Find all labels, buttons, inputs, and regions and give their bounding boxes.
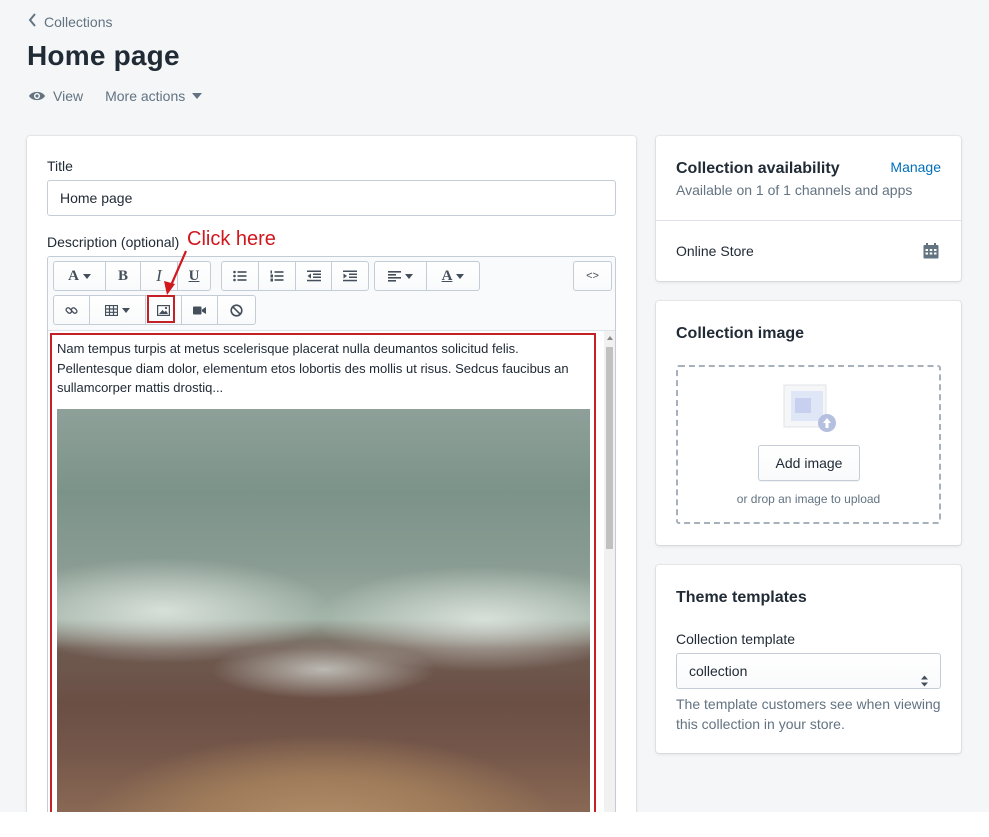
more-actions-label: More actions bbox=[105, 88, 186, 104]
more-actions-button[interactable]: More actions bbox=[105, 88, 203, 104]
clear-formatting-icon bbox=[230, 303, 243, 317]
theme-templates-heading: Theme templates bbox=[676, 589, 807, 606]
eye-icon bbox=[28, 90, 46, 102]
html-group: <> bbox=[573, 261, 612, 291]
divider bbox=[656, 220, 961, 221]
bold-button[interactable]: B bbox=[106, 262, 141, 290]
availability-status: Available on 1 of 1 channels and apps bbox=[676, 182, 913, 198]
caret-down-icon bbox=[192, 93, 203, 99]
scroll-up-arrow-icon[interactable] bbox=[607, 336, 613, 340]
description-label: Description (optional) bbox=[47, 234, 180, 250]
indent-icon bbox=[343, 270, 357, 282]
clear-formatting-button[interactable] bbox=[218, 296, 255, 324]
caret-down-icon bbox=[122, 307, 130, 313]
annotation-text: Click here bbox=[187, 228, 276, 250]
insert-link-button[interactable] bbox=[54, 296, 90, 324]
list-indent-group bbox=[221, 261, 369, 291]
collection-image-card: Collection image Add image or drop an im… bbox=[656, 301, 961, 545]
page-actions: View More actions bbox=[28, 88, 203, 104]
text-color-button[interactable]: A bbox=[427, 262, 479, 290]
font-style-button[interactable]: A bbox=[54, 262, 106, 290]
numbered-list-icon bbox=[270, 270, 284, 282]
bullet-list-icon bbox=[233, 270, 247, 282]
breadcrumb-label: Collections bbox=[44, 13, 113, 30]
insert-video-button[interactable] bbox=[182, 296, 218, 324]
view-button[interactable]: View bbox=[28, 88, 83, 104]
add-image-button[interactable]: Add image bbox=[758, 445, 860, 481]
outdent-button[interactable] bbox=[296, 262, 332, 290]
bullet-list-button[interactable] bbox=[222, 262, 259, 290]
align-button[interactable] bbox=[375, 262, 427, 290]
show-html-button[interactable]: <> bbox=[574, 262, 611, 290]
title-label: Title bbox=[47, 158, 73, 174]
collection-availability-card: Collection availability Manage Available… bbox=[656, 136, 961, 281]
editor-scrollbar[interactable] bbox=[604, 331, 615, 825]
image-upload-icon bbox=[779, 383, 841, 438]
numbered-list-button[interactable] bbox=[259, 262, 296, 290]
align-color-group: A bbox=[374, 261, 480, 291]
availability-heading: Collection availability bbox=[676, 160, 840, 177]
text-color-glyph: A bbox=[441, 267, 453, 284]
content-highlight bbox=[50, 333, 596, 820]
channel-online-store: Online Store bbox=[676, 243, 754, 259]
scrollbar-thumb[interactable] bbox=[606, 347, 613, 549]
view-label: View bbox=[53, 88, 84, 104]
manage-link[interactable]: Manage bbox=[890, 159, 941, 175]
annotation-arrow-icon bbox=[164, 250, 188, 295]
outdent-icon bbox=[306, 270, 321, 282]
collection-image-heading: Collection image bbox=[676, 325, 805, 342]
table-icon bbox=[105, 304, 118, 316]
template-help-text: The template customers see when viewing … bbox=[676, 696, 941, 732]
selected-template: collection bbox=[689, 663, 748, 679]
editor-toolbar: A B I U A <> bbox=[48, 257, 615, 331]
theme-templates-card: Theme templates Collection template coll… bbox=[656, 565, 961, 753]
caret-down-icon bbox=[82, 273, 91, 279]
page-title: Home page bbox=[27, 40, 180, 71]
chevron-left-icon bbox=[28, 13, 38, 30]
image-button-highlight bbox=[147, 295, 175, 323]
breadcrumb[interactable]: Collections bbox=[28, 13, 112, 30]
font-glyph: A bbox=[68, 267, 79, 284]
video-icon bbox=[193, 306, 206, 314]
title-input[interactable]: Home page bbox=[47, 180, 616, 216]
collection-template-select[interactable]: collection bbox=[676, 653, 941, 689]
caret-down-icon bbox=[456, 273, 465, 279]
indent-button[interactable] bbox=[332, 262, 368, 290]
drop-hint: or drop an image to upload bbox=[736, 492, 881, 506]
link-icon bbox=[65, 306, 78, 314]
insert-table-button[interactable] bbox=[90, 296, 146, 324]
calendar-icon[interactable] bbox=[923, 243, 939, 262]
align-left-icon bbox=[388, 270, 401, 282]
collection-template-label: Collection template bbox=[676, 631, 796, 647]
caret-down-icon bbox=[405, 273, 413, 279]
bottom-strip bbox=[0, 812, 989, 837]
image-dropzone[interactable]: Add image or drop an image to upload bbox=[676, 365, 941, 524]
